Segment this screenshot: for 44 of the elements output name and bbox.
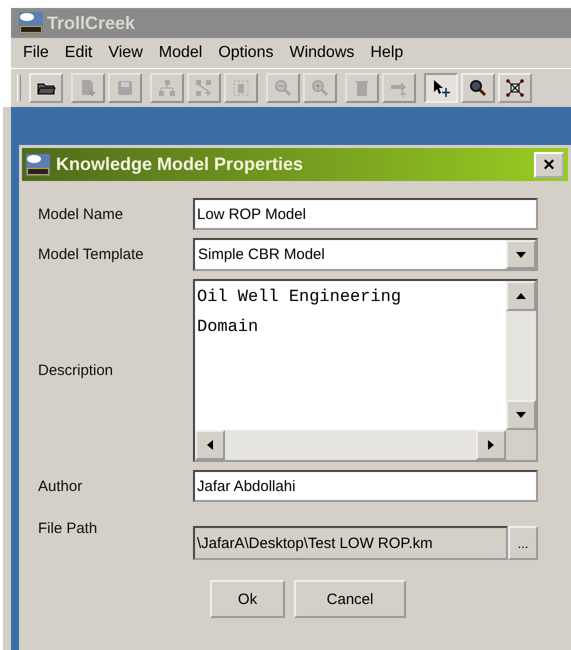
field-label: Model Name (38, 206, 124, 222)
app-title: TrollCreek (47, 12, 136, 34)
text-area[interactable]: Oil Well Engineering Domain (193, 279, 538, 462)
graph-tool-button[interactable] (498, 73, 532, 103)
graph-icon (505, 78, 525, 98)
pointer-tool-button[interactable] (424, 73, 458, 103)
scroll-down-icon[interactable] (506, 400, 536, 430)
add-node-icon (194, 78, 214, 98)
menu-item[interactable]: Windows (289, 44, 354, 62)
field-label: Model Template (38, 246, 145, 263)
vertical-scrollbar[interactable] (506, 281, 536, 430)
scroll-up-icon[interactable] (506, 281, 536, 311)
magnifier-tool-button[interactable] (461, 73, 495, 103)
menu-item[interactable]: File (23, 44, 49, 62)
ok-button[interactable]: Ok (210, 580, 285, 618)
field-label: Author (38, 478, 84, 494)
zoom-in-icon (310, 78, 330, 98)
scroll-right-icon[interactable] (476, 430, 506, 460)
field-label: File Path (38, 519, 98, 537)
input-field[interactable]: Low ROP Model (193, 198, 538, 230)
horizontal-scrollbar[interactable] (195, 430, 506, 460)
field-label: Description (38, 362, 114, 379)
scroll-left-icon[interactable] (195, 430, 225, 460)
menu-item[interactable]: Edit (64, 44, 92, 62)
menu-item[interactable]: Help (370, 44, 404, 62)
logo-icon (19, 12, 43, 34)
cancel-button[interactable]: Cancel (294, 580, 406, 618)
hierarchy-icon (157, 78, 177, 98)
browse-button[interactable]: ... (508, 526, 538, 560)
dialog-title: Knowledge Model Properties (56, 154, 304, 175)
menu-item[interactable]: View (108, 44, 143, 62)
zoom-out-icon (273, 78, 293, 98)
file-path-field[interactable]: \JafarA\Desktop\Test LOW ROP.km (193, 526, 508, 560)
menu-item[interactable]: Model (158, 44, 202, 62)
input-field[interactable]: Jafar Abdollahi (193, 470, 538, 502)
menu-item[interactable]: Options (218, 44, 274, 62)
close-button[interactable]: × (534, 152, 564, 178)
dashed-box-icon (231, 78, 251, 98)
scrollbar-corner (506, 430, 536, 460)
search-icon (468, 78, 488, 98)
open-tool-button[interactable] (29, 73, 63, 103)
dropdown[interactable]: Simple CBR Model (193, 238, 538, 271)
pointer-icon (431, 78, 451, 98)
logo-icon (26, 154, 50, 176)
